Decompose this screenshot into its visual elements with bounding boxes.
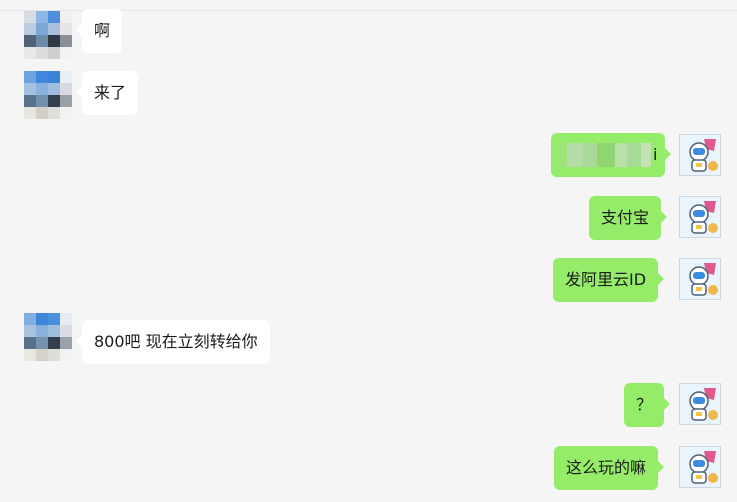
self-avatar-icon[interactable] (679, 196, 721, 238)
message-text: 来了 (94, 83, 127, 102)
message-bubble-received[interactable]: 来了 (75, 71, 139, 115)
self-avatar-icon[interactable] (679, 258, 721, 300)
contact-avatar-icon[interactable] (24, 313, 72, 361)
contact-avatar-icon[interactable] (24, 11, 72, 59)
self-avatar-icon[interactable] (679, 383, 721, 425)
message-text: ？ (636, 395, 653, 414)
message-bubble-sent[interactable]: 支付宝 (589, 196, 668, 240)
message-bubble-received[interactable]: 800吧 现在立刻转给你 (76, 320, 270, 364)
message-text: 这么玩的嘛 (566, 458, 647, 477)
message-text: 800吧 现在立刻转给你 (94, 332, 258, 351)
message-text: 支付宝 (601, 208, 650, 227)
message-bubble-received[interactable]: 啊 (75, 9, 123, 53)
message-text: 啊 (94, 21, 111, 40)
message-text: 发阿里云ID (565, 270, 647, 289)
message-bubble-sent[interactable]: 发阿里云ID (553, 258, 665, 302)
message-bubble-sent[interactable]: ？ (624, 383, 671, 427)
message-text: i (653, 145, 658, 164)
contact-avatar-icon[interactable] (24, 71, 72, 119)
self-avatar-icon[interactable] (679, 134, 721, 176)
message-bubble-sent[interactable]: 这么玩的嘛 (554, 446, 665, 490)
blurred-text: i (557, 133, 659, 177)
message-bubble-sent[interactable]: i (551, 133, 671, 177)
self-avatar-icon[interactable] (679, 446, 721, 488)
